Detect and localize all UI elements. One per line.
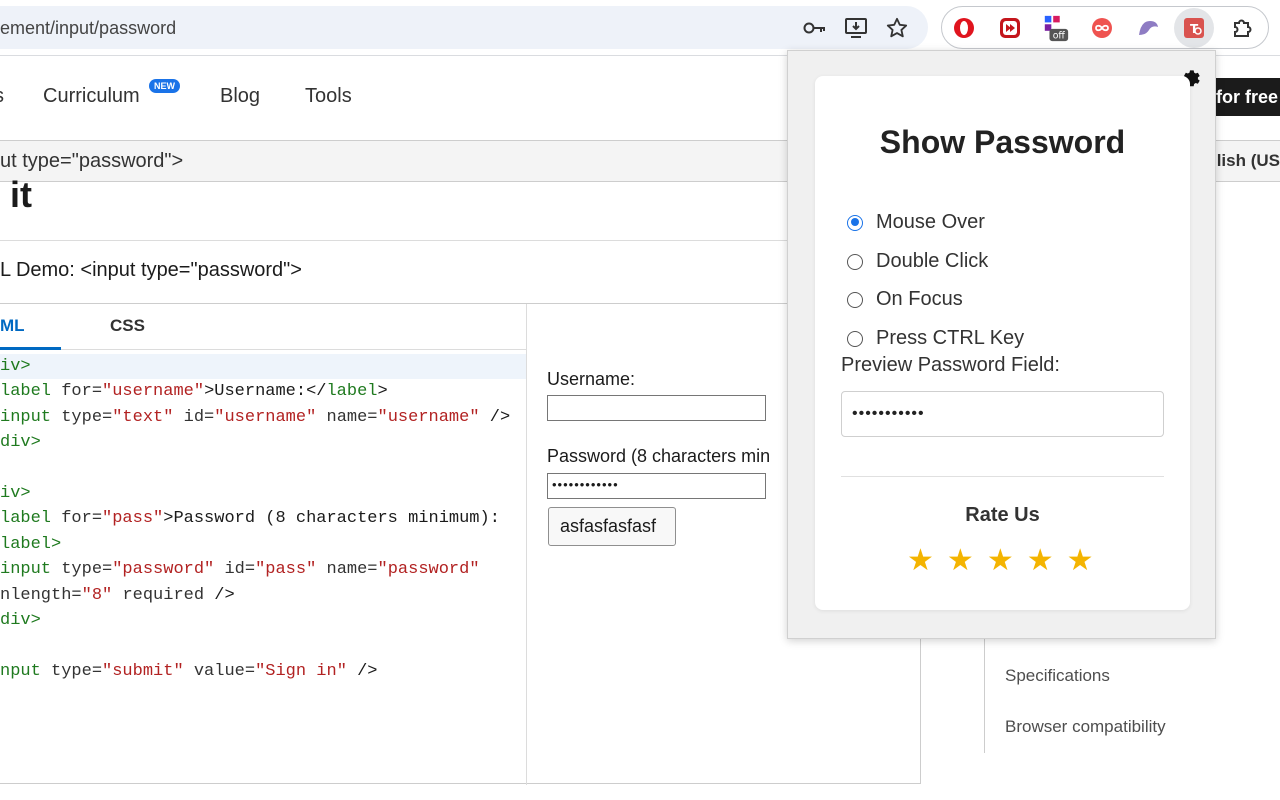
off-extension-icon[interactable]: off (1042, 14, 1070, 42)
code-line: input type="password" id="pass" name="pa… (0, 560, 480, 580)
code-line: input type="text" id="username" name="us… (0, 407, 511, 427)
infinity-extension-icon[interactable] (1088, 14, 1116, 42)
code-line: div> (0, 610, 41, 630)
extensions-bar: off T (941, 6, 1269, 49)
radio-button[interactable] (847, 330, 863, 347)
option-double-click[interactable]: Double Click (847, 250, 988, 273)
radio-button[interactable] (847, 291, 863, 308)
star-icon[interactable]: ★ (987, 546, 1014, 576)
option-label: On Focus (876, 288, 963, 310)
radio-button[interactable] (847, 253, 863, 270)
popup-title: Show Password (879, 124, 1126, 160)
option-label: Double Click (876, 250, 989, 272)
rate-us-label: Rate Us (965, 504, 1040, 526)
password-key-icon[interactable] (802, 15, 828, 41)
submit-button[interactable]: asfasfasfasf (548, 507, 676, 546)
bookmark-star-icon[interactable] (884, 15, 910, 41)
address-bar[interactable]: ement/input/password (0, 6, 928, 49)
browser-toolbar: ement/input/password off T (0, 0, 1280, 56)
show-password-extension-icon[interactable]: T (1174, 8, 1214, 48)
star-icon[interactable]: ★ (1067, 546, 1094, 576)
language-selector[interactable]: lish (US (1217, 151, 1280, 171)
code-editor[interactable]: iv> label for="username">Username:</labe… (0, 354, 526, 684)
sidebar-link-browser-compatibility[interactable]: Browser compatibility (1005, 717, 1166, 737)
nav-item-tools[interactable]: Tools (305, 85, 352, 108)
preview-password-field[interactable]: ••••••••••• (841, 391, 1164, 437)
password-label: Password (8 characters min (547, 446, 771, 466)
pane-divider (526, 304, 527, 785)
install-app-icon[interactable] (843, 15, 869, 41)
code-line: nput type="submit" value="Sign in" /> (0, 661, 378, 681)
sidebar-divider (984, 630, 985, 753)
option-mouse-over[interactable]: Mouse Over (847, 211, 985, 234)
code-line: label for="pass">Password (8 characters … (0, 509, 500, 529)
tab-html[interactable]: ML (0, 304, 61, 350)
password-input[interactable]: •••••••••••• (547, 473, 766, 499)
code-line: label> (0, 534, 62, 554)
editor-tabs: ML CSS (0, 304, 526, 350)
star-icon[interactable]: ★ (1027, 546, 1054, 576)
radio-button[interactable] (847, 214, 863, 231)
nav-item-curriculum[interactable]: Curriculum (43, 85, 140, 108)
code-line: nlength="8" required /> (0, 585, 235, 605)
divider (0, 240, 920, 241)
opera-extension-icon[interactable] (950, 14, 978, 42)
tab-css[interactable]: CSS (110, 316, 145, 336)
option-label: Press CTRL Key (876, 327, 1025, 349)
star-icon[interactable]: ★ (947, 546, 974, 576)
new-badge: NEW (149, 79, 180, 93)
preview-label: Preview Password Field: (841, 354, 1060, 376)
sidebar-link-specifications[interactable]: Specifications (1005, 666, 1110, 686)
username-input[interactable] (547, 395, 766, 421)
page-title: it (10, 174, 32, 215)
nav-item-blog[interactable]: Blog (220, 85, 260, 108)
url-text[interactable]: ement/input/password (0, 18, 176, 39)
code-line: iv> (0, 483, 31, 503)
option-on-focus[interactable]: On Focus (847, 288, 963, 311)
code-line: div> (0, 433, 41, 453)
username-label: Username: (547, 369, 636, 389)
svg-text:off: off (1053, 30, 1066, 41)
code-line: label for="username">Username:</label> (0, 382, 388, 402)
star-icon[interactable]: ★ (907, 546, 934, 576)
media-extension-icon[interactable] (996, 14, 1024, 42)
option-press-ctrl-key[interactable]: Press CTRL Key (847, 327, 1024, 350)
option-label: Mouse Over (876, 211, 985, 233)
breadcrumb[interactable]: ut type="password"> (0, 150, 183, 173)
purple-extension-icon[interactable] (1134, 14, 1162, 42)
divider (841, 476, 1164, 477)
extensions-puzzle-icon[interactable] (1228, 14, 1256, 42)
settings-card: Show Password Mouse Over Double Click On… (815, 76, 1190, 610)
interactive-example: ML CSS iv> label for="username">Username… (0, 303, 921, 785)
code-line: iv> (0, 354, 526, 380)
demo-title: L Demo: <input type="password"> (0, 259, 302, 281)
show-password-popup: Show Password Mouse Over Double Click On… (787, 50, 1216, 639)
rating-stars[interactable]: ★ ★ ★ ★ ★ (907, 546, 1094, 576)
nav-item-truncated[interactable]: s (0, 85, 4, 108)
